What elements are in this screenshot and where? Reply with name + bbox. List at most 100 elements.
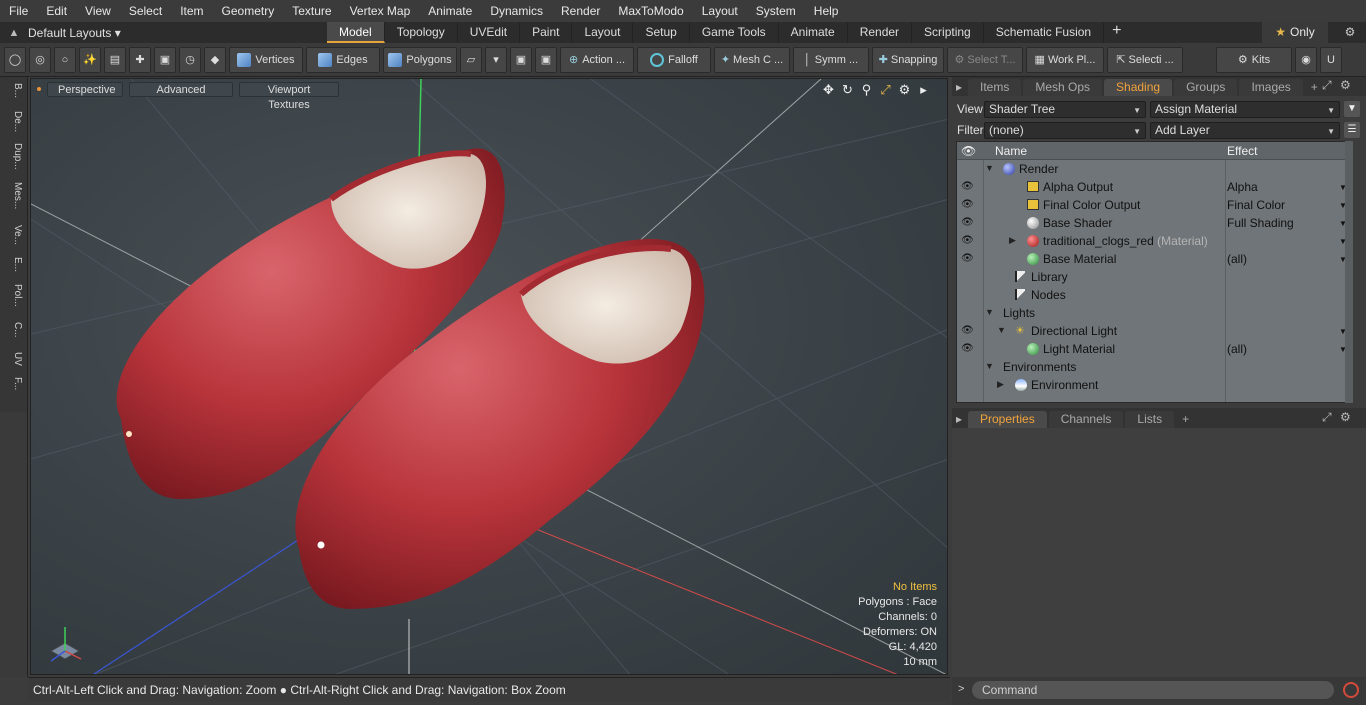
assign-material-dropdown[interactable]: Assign Material: [1150, 100, 1340, 118]
eye-icon[interactable]: 👁: [961, 217, 975, 229]
props-expand-icon[interactable]: ⤢: [1322, 410, 1332, 425]
layout-tab-scripting[interactable]: Scripting: [912, 22, 984, 43]
edges-button[interactable]: Edges: [306, 46, 380, 73]
menu-view[interactable]: View: [76, 0, 120, 22]
tree-row[interactable]: 👁 Base Shader Full Shading ▼: [957, 214, 1347, 232]
tree-row[interactable]: Library: [957, 268, 1347, 286]
layout-dropdown[interactable]: Default Layouts ▾: [28, 26, 328, 40]
perspective-button[interactable]: Perspective: [47, 81, 123, 97]
props-tab-channels[interactable]: Channels: [1048, 411, 1124, 428]
left-tab-8[interactable]: UV: [3, 352, 23, 366]
left-tab-5[interactable]: E...: [3, 257, 23, 272]
menu-texture[interactable]: Texture: [283, 0, 340, 22]
tree-row[interactable]: ▼ Lights: [957, 304, 1347, 322]
polygons-button[interactable]: Polygons: [383, 46, 457, 73]
left-tab-3[interactable]: Mes...: [3, 182, 23, 209]
menu-animate[interactable]: Animate: [419, 0, 481, 22]
eye-icon[interactable]: 👁: [961, 199, 975, 211]
clock-icon[interactable]: ◷: [179, 46, 201, 73]
tree-row[interactable]: Nodes: [957, 286, 1347, 304]
symmetry-button[interactable]: │ Symm ...: [793, 46, 869, 73]
expand-arrow-icon[interactable]: ▼: [985, 307, 994, 317]
add-layout-tab-icon[interactable]: +: [1104, 22, 1129, 43]
left-tab-1[interactable]: De...: [3, 111, 23, 132]
expand-arrow-icon[interactable]: ▼: [985, 163, 994, 173]
eye-icon[interactable]: 👁: [961, 235, 975, 247]
effect-column-header[interactable]: Effect: [1227, 144, 1257, 158]
tree-row[interactable]: 👁 ▼ ☀ Directional Light ▼: [957, 322, 1347, 340]
menu-file[interactable]: File: [0, 0, 37, 22]
command-input[interactable]: Command: [972, 681, 1334, 699]
props-tab-properties[interactable]: Properties: [968, 411, 1047, 428]
props-tab-lists[interactable]: Lists: [1125, 411, 1175, 428]
only-toggle[interactable]: ★ Only: [1262, 22, 1328, 43]
menu-edit[interactable]: Edit: [37, 0, 76, 22]
panel-grip-icon[interactable]: ▸: [952, 79, 968, 96]
tree-row[interactable]: ▼ Environments: [957, 358, 1347, 376]
eye-icon[interactable]: 👁: [961, 181, 975, 193]
add-props-tab-icon[interactable]: +: [1176, 411, 1195, 428]
props-gear-icon[interactable]: ⚙: [1340, 410, 1351, 424]
layout-tab-layout[interactable]: Layout: [572, 22, 634, 43]
left-tab-0[interactable]: B...: [3, 83, 23, 98]
tree-row[interactable]: ▶ Environment: [957, 376, 1347, 394]
falloff-button[interactable]: Falloff: [637, 46, 711, 73]
frame-icon[interactable]: ▣: [154, 46, 176, 73]
layout-tab-schematic-fusion[interactable]: Schematic Fusion: [984, 22, 1105, 43]
align-icon[interactable]: ▤: [104, 46, 126, 73]
layout-tab-topology[interactable]: Topology: [385, 22, 458, 43]
tree-row[interactable]: ▼ Render: [957, 160, 1347, 178]
record-icon[interactable]: [1343, 682, 1359, 698]
left-tab-2[interactable]: Dup...: [3, 143, 23, 170]
menu-maxtomodo[interactable]: MaxToModo: [609, 0, 692, 22]
tree-row[interactable]: 👁 Light Material (all) ▼: [957, 340, 1347, 358]
rotate-icon[interactable]: ↻: [838, 82, 857, 98]
panel-gear-icon[interactable]: ⚙: [1340, 78, 1351, 92]
tree-row[interactable]: 👁 Base Material (all) ▼: [957, 250, 1347, 268]
layout-tab-model[interactable]: Model: [327, 22, 385, 43]
unreal-icon[interactable]: U: [1320, 46, 1342, 73]
viewport-more-icon[interactable]: ▸: [914, 82, 933, 98]
fit-icon[interactable]: ⤢: [876, 82, 895, 98]
left-tab-6[interactable]: Pol...: [3, 284, 23, 307]
panel-tab-images[interactable]: Images: [1239, 79, 1303, 96]
tree-item-effect[interactable]: Alpha: [1227, 180, 1258, 194]
gear-icon[interactable]: ⚙: [1340, 22, 1360, 43]
tree-item-effect[interactable]: (all): [1227, 342, 1247, 356]
viewport-scene[interactable]: [31, 79, 948, 675]
center-icon[interactable]: ✚: [129, 46, 151, 73]
selection-sets-button[interactable]: ⇱ Selecti ...: [1107, 46, 1183, 73]
eye-icon[interactable]: 👁: [961, 253, 975, 265]
advanced-button[interactable]: Advanced: [129, 81, 233, 97]
layer-options-icon[interactable]: ☰: [1344, 122, 1360, 138]
menu-vertex-map[interactable]: Vertex Map: [341, 0, 420, 22]
menu-dynamics[interactable]: Dynamics: [481, 0, 552, 22]
viewport-textures-button[interactable]: Viewport Textures: [239, 81, 339, 111]
unity-icon[interactable]: ◉: [1295, 46, 1317, 73]
left-tab-9[interactable]: F...: [3, 377, 23, 390]
material-mode-icon[interactable]: ▣: [510, 46, 532, 73]
add-layer-dropdown[interactable]: Add Layer: [1150, 121, 1340, 139]
menu-geometry[interactable]: Geometry: [213, 0, 284, 22]
menu-system[interactable]: System: [747, 0, 805, 22]
pivot-mode-icon[interactable]: ▣: [535, 46, 557, 73]
tree-row[interactable]: 👁 Final Color Output Final Color ▼: [957, 196, 1347, 214]
left-tab-7[interactable]: C...: [3, 322, 23, 338]
layout-tab-game-tools[interactable]: Game Tools: [690, 22, 779, 43]
view-dropdown[interactable]: Shader Tree: [984, 100, 1146, 118]
tree-scrollbar[interactable]: [1345, 141, 1353, 403]
add-panel-tab-icon[interactable]: +: [1305, 79, 1324, 96]
vertices-button[interactable]: Vertices: [229, 46, 303, 73]
expand-arrow-icon[interactable]: ▶: [997, 379, 1004, 390]
expand-icon[interactable]: ⤢: [1322, 78, 1332, 93]
tree-item-effect[interactable]: Full Shading: [1227, 216, 1294, 230]
cube-icon[interactable]: ◆: [204, 46, 226, 73]
paint-select-icon[interactable]: ✨: [79, 46, 101, 73]
tree-item-effect[interactable]: (all): [1227, 252, 1247, 266]
tree-item-effect[interactable]: Final Color: [1227, 198, 1285, 212]
mode-dropdown-icon[interactable]: ▾: [485, 46, 507, 73]
panel-tab-groups[interactable]: Groups: [1174, 79, 1238, 96]
lasso-icon[interactable]: ○: [54, 46, 76, 73]
tree-row[interactable]: 👁 Alpha Output Alpha ▼: [957, 178, 1347, 196]
mesh-constraint-button[interactable]: ✦ Mesh C ...: [714, 46, 790, 73]
